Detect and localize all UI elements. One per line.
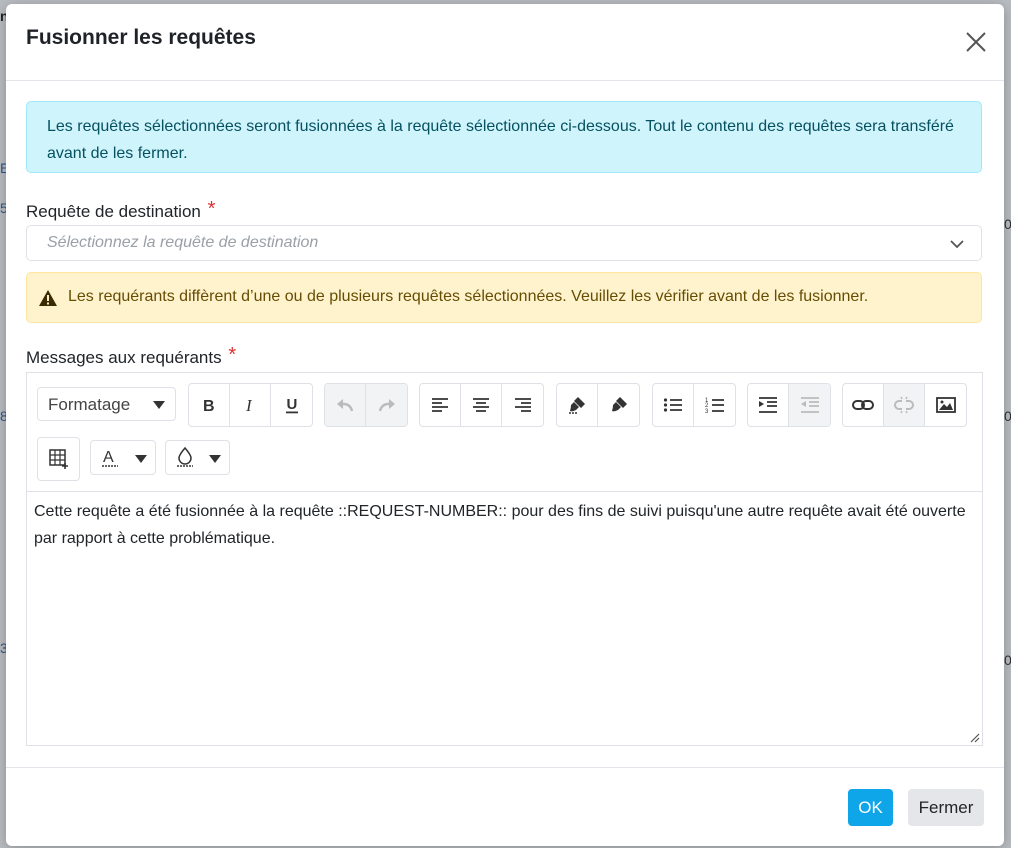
dialog-title: Fusionner les requêtes	[26, 26, 256, 49]
align-right-button[interactable]	[502, 384, 543, 426]
align-group	[419, 383, 544, 427]
bold-button[interactable]: B	[189, 384, 230, 426]
underline-icon: U	[285, 396, 298, 414]
text-color-dropdown[interactable]: A	[90, 440, 156, 475]
indent-button[interactable]	[748, 384, 789, 426]
editor-content[interactable]: Cette requête a été fusionnée à la requê…	[34, 498, 972, 552]
align-left-button[interactable]	[420, 384, 461, 426]
eraser-brush-icon	[611, 397, 627, 412]
text-style-group: B I U	[188, 383, 313, 427]
ok-button[interactable]: OK	[848, 789, 893, 826]
undo-button[interactable]	[325, 384, 366, 426]
backdrop-fragment: 0	[1004, 652, 1011, 668]
italic-button[interactable]: I	[230, 384, 271, 426]
table-group	[37, 437, 80, 481]
format-select[interactable]: Formatage	[37, 387, 176, 421]
svg-text:B: B	[203, 398, 215, 413]
svg-text:U: U	[286, 396, 297, 413]
history-group	[324, 383, 408, 427]
unlink-icon	[894, 396, 914, 414]
caret-down-icon	[209, 455, 221, 463]
indent-group	[747, 383, 831, 427]
required-marker: *	[207, 198, 216, 220]
svg-text:I: I	[245, 397, 253, 413]
format-select-value: Formatage	[48, 395, 131, 414]
image-icon	[935, 397, 956, 413]
warning-text: Les requérants diffèrent d’une ou de plu…	[68, 288, 869, 305]
list-group: 123	[652, 383, 736, 427]
close-dialog-button[interactable]: Fermer	[908, 789, 984, 826]
info-alert: Les requêtes sélectionnées seront fusion…	[26, 101, 982, 173]
table-icon	[48, 449, 68, 469]
destination-select[interactable]: Sélectionnez la requête de destination	[26, 225, 982, 261]
caret-down-icon	[135, 455, 147, 463]
paint-brush-icon	[569, 397, 585, 414]
fill-drop-icon	[177, 446, 193, 467]
svg-text:3: 3	[705, 409, 709, 414]
rich-text-editor: Formatage B I U 1 2 3 A Cette requête a …	[26, 372, 983, 746]
numbered-list-icon: 123	[705, 398, 724, 414]
destination-label-text: Requête de destination	[26, 202, 201, 221]
editor-toolbar: Formatage B I U 1 2 3 A	[27, 373, 982, 492]
bullet-list-icon	[663, 398, 682, 412]
close-icon	[966, 32, 986, 52]
italic-icon: I	[245, 397, 253, 413]
outdent-icon	[800, 397, 819, 413]
outdent-button[interactable]	[789, 384, 830, 426]
align-right-icon	[514, 398, 531, 412]
indent-icon	[759, 397, 777, 413]
link-icon	[852, 400, 874, 410]
resize-handle-icon[interactable]	[970, 733, 980, 743]
clear-format-button[interactable]	[598, 384, 639, 426]
close-button[interactable]	[964, 30, 988, 54]
required-marker: *	[228, 344, 237, 366]
messages-label: Messages aux requérants *	[26, 344, 237, 369]
dialog-header: Fusionner les requêtes	[6, 4, 1004, 81]
text-color-icon: A	[102, 449, 118, 467]
background-color-dropdown[interactable]	[165, 440, 230, 475]
dialog-footer: OK Fermer	[6, 767, 1004, 846]
insert-link-button[interactable]	[843, 384, 884, 426]
destination-placeholder: Sélectionnez la requête de destination	[47, 234, 319, 251]
warning-icon	[39, 290, 57, 306]
svg-text:A: A	[103, 449, 114, 466]
chevron-down-icon	[950, 240, 964, 249]
format-paint-group	[556, 383, 640, 427]
format-painter-button[interactable]	[557, 384, 598, 426]
align-left-icon	[432, 398, 448, 412]
backdrop-fragment: 0	[1004, 408, 1011, 424]
warning-alert: Les requérants diffèrent d’une ou de plu…	[26, 272, 982, 323]
bullet-list-button[interactable]	[653, 384, 694, 426]
destination-label: Requête de destination *	[26, 198, 216, 223]
bold-icon: B	[203, 398, 215, 413]
insert-group	[842, 383, 967, 427]
underline-button[interactable]: U	[271, 384, 312, 426]
backdrop-fragment: 0	[1004, 216, 1011, 232]
messages-label-text: Messages aux requérants	[26, 348, 222, 367]
redo-button[interactable]	[366, 384, 407, 426]
align-center-icon	[473, 398, 489, 412]
undo-icon	[337, 399, 354, 412]
merge-requests-dialog: Fusionner les requêtes Les requêtes séle…	[6, 4, 1004, 846]
unlink-button[interactable]	[884, 384, 925, 426]
insert-image-button[interactable]	[925, 384, 966, 426]
caret-down-icon	[153, 401, 165, 409]
redo-icon	[378, 399, 395, 412]
align-center-button[interactable]	[461, 384, 502, 426]
numbered-list-button[interactable]: 123	[694, 384, 735, 426]
insert-table-button[interactable]	[38, 438, 79, 480]
